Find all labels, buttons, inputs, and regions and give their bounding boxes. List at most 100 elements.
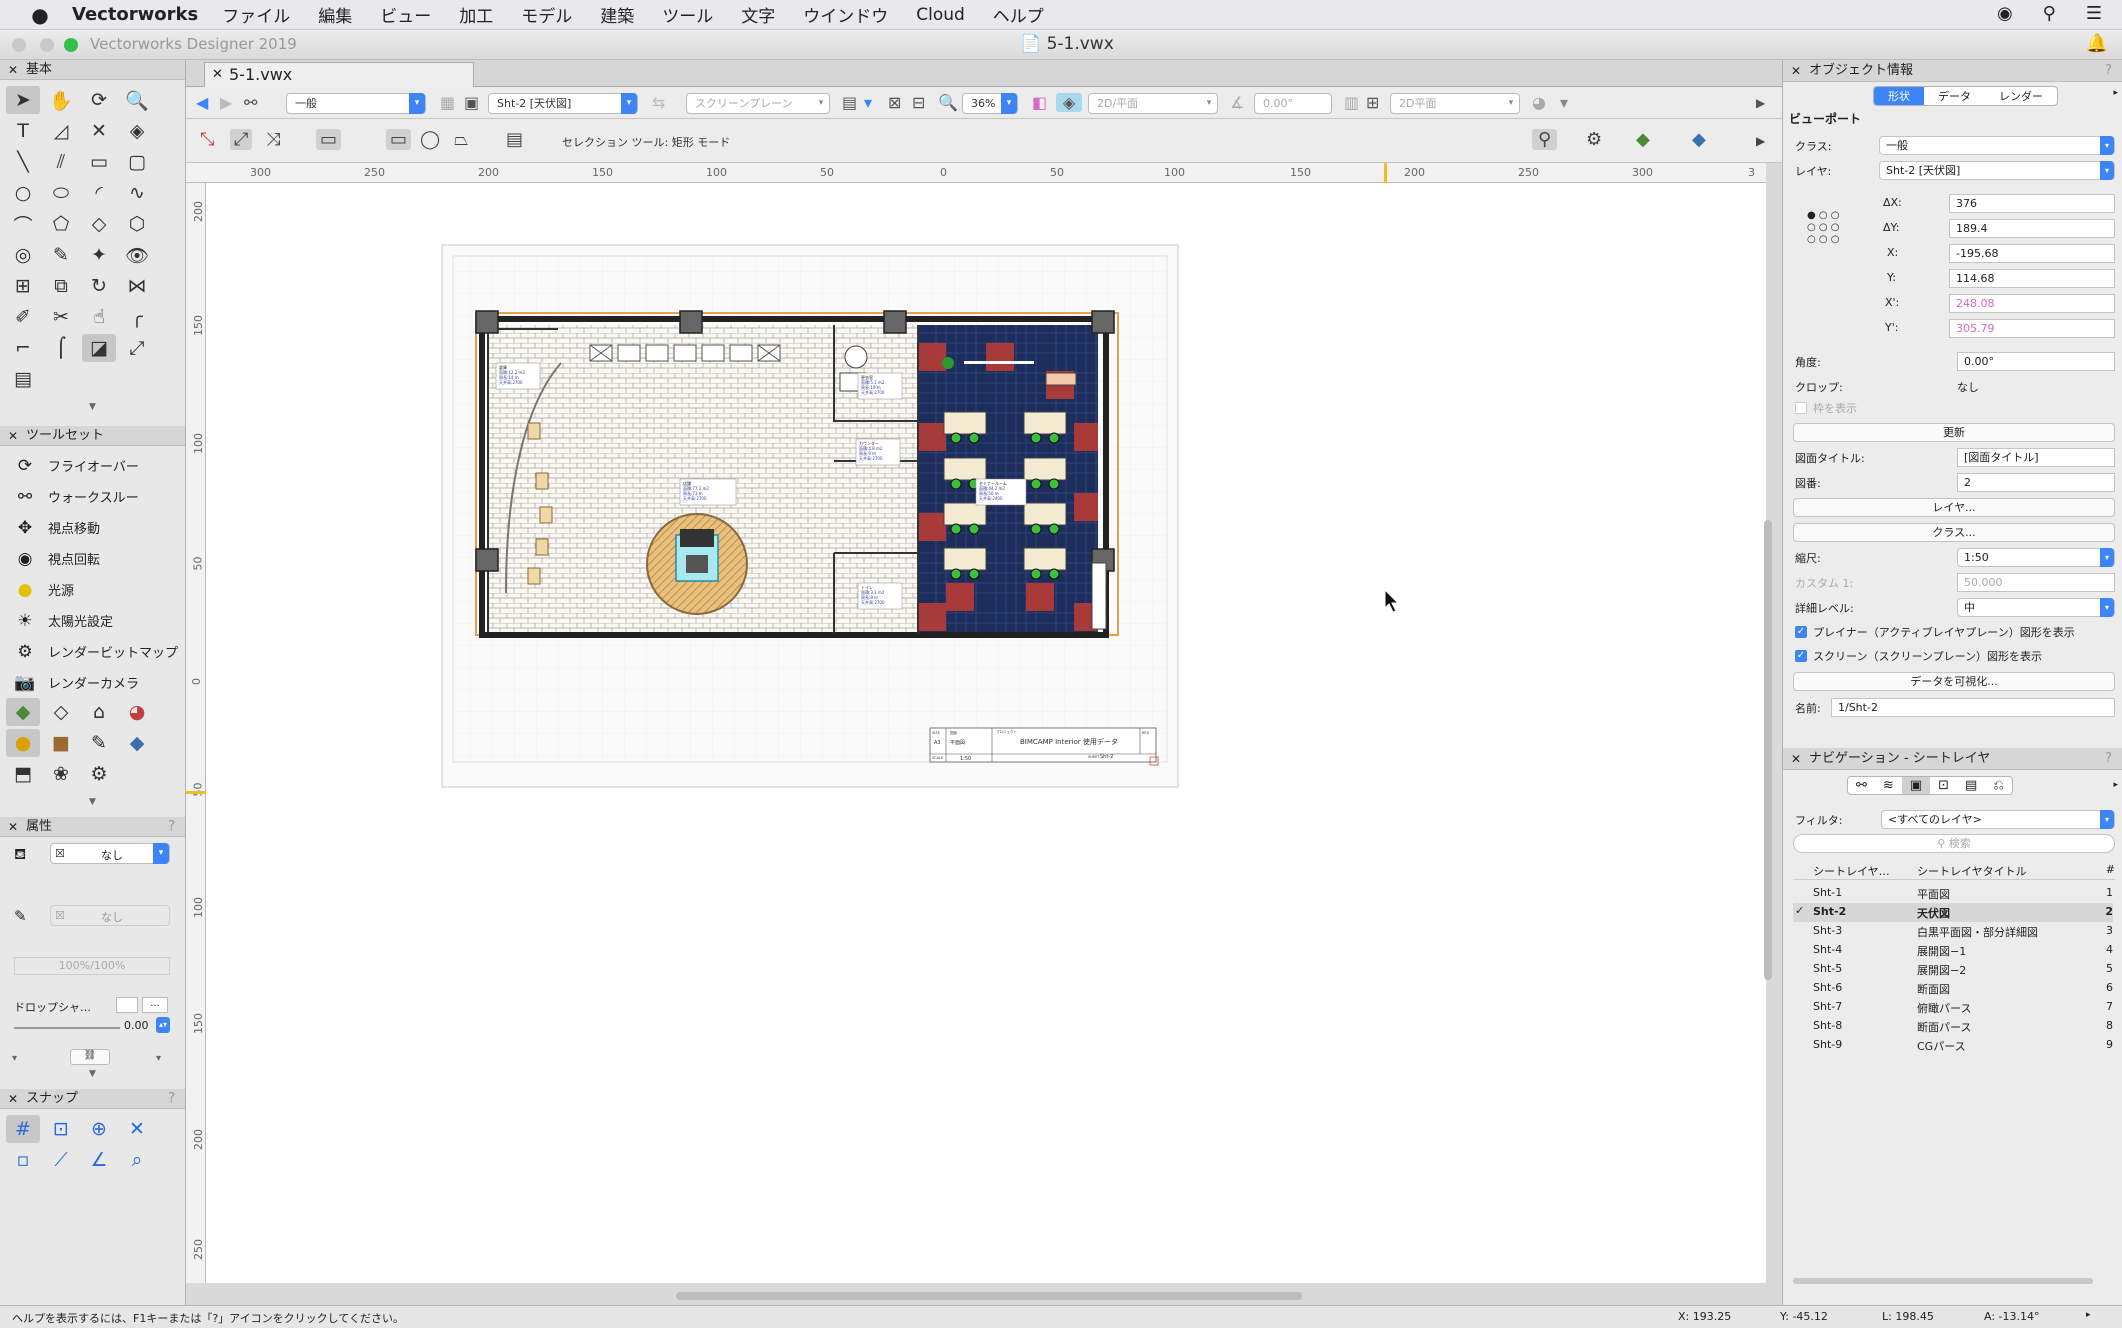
menu-modify[interactable]: 加工 [459, 2, 493, 27]
table-row[interactable]: Sht-3 白黒平面図・部分詳細図 3 [1793, 922, 2113, 941]
help-icon[interactable]: ? [2105, 748, 2112, 770]
chevron-down-icon[interactable]: ▾ [12, 1053, 17, 1064]
menu-help[interactable]: ヘルプ [993, 2, 1044, 27]
menu-architect[interactable]: 建築 [600, 2, 634, 27]
opacity-field[interactable]: 100%/100% [14, 957, 170, 975]
clip-cube-icon[interactable]: ◧ [1032, 93, 1047, 112]
toolset-item-light[interactable]: ● 光源 [0, 574, 185, 605]
detailing-toolset-icon[interactable]: ■ [44, 729, 78, 757]
y-prime-field[interactable]: 305.79 [1949, 319, 2115, 338]
offset-tool-icon[interactable]: ⧉ [44, 272, 78, 300]
scale-dropdown[interactable]: 1:50 ▾ [1957, 548, 2115, 567]
site-planning-toolset-icon[interactable]: ◕ [120, 698, 154, 726]
references-view-icon[interactable]: ⎌ [1985, 777, 2011, 794]
reshape-tool-icon[interactable]: ✐ [6, 303, 40, 331]
snap-to-distance-icon[interactable]: ∠ [82, 1146, 116, 1174]
light-options-icon[interactable]: ◕ [1532, 93, 1546, 112]
notification-list-icon[interactable]: ☰ [2086, 3, 2102, 24]
classes-view-icon[interactable]: ⚯ [1848, 777, 1875, 794]
trim-tool-icon[interactable]: ☝ [82, 303, 116, 331]
clip-tool-icon[interactable]: ◪ [82, 334, 116, 362]
status-menu-icon[interactable]: ▸ [2086, 1310, 2091, 1320]
menu-text[interactable]: 文字 [741, 2, 775, 27]
callout-tool-icon[interactable]: ◿ [44, 117, 78, 145]
landscape-toolset-icon[interactable]: ❀ [44, 760, 78, 788]
toolset-item-render-camera[interactable]: 📷 レンダーカメラ [0, 667, 185, 698]
snap-to-object-icon[interactable]: ⊡ [44, 1115, 78, 1143]
fill-style-dropdown[interactable]: ☒ なし ▾ [50, 843, 170, 864]
freehand-tool-icon[interactable]: ∿ [120, 179, 154, 207]
move-tool-icon[interactable]: ⊞ [6, 272, 40, 300]
column-header-title[interactable]: シートレイヤタイトル [1917, 863, 2027, 879]
chevron-down-icon[interactable]: ▾ [1560, 93, 1568, 112]
toolset-item-sun[interactable]: ☀ 太陽光設定 [0, 605, 185, 636]
table-row[interactable]: Sht-4 展開図−1 4 [1793, 941, 2113, 960]
table-row[interactable]: Sht-1 平面図 1 [1793, 884, 2113, 903]
close-icon[interactable]: ✕ [8, 817, 18, 837]
active-layer-dropdown[interactable]: Sht-2 [天伏図] ▾ [488, 93, 638, 114]
zoom-tool-icon[interactable]: 🔍 [120, 86, 154, 114]
table-row[interactable]: Sht-9 CGパース 9 [1793, 1036, 2113, 1055]
close-icon[interactable]: ✕ [8, 1089, 18, 1109]
standard-view-dropdown[interactable]: 2D/平面 ▾ [1088, 93, 1218, 114]
polygon-tool-icon[interactable]: ⬠ [44, 210, 78, 238]
locus-tool-icon[interactable]: ✕ [82, 117, 116, 145]
screen-record-icon[interactable]: ◉ [1997, 3, 2013, 24]
pan-tool-icon[interactable]: ✋ [44, 86, 78, 114]
oval-tool-icon[interactable]: ⬭ [44, 179, 78, 207]
furniture-toolset-icon[interactable]: ⌂ [82, 698, 116, 726]
detail-level-dropdown[interactable]: 中 ▾ [1957, 598, 2115, 617]
toolset-item-flyover[interactable]: ⟳ フライオーバー [0, 450, 185, 481]
chevron-down-icon[interactable]: ▾ [156, 1053, 161, 1064]
fillet-tool-icon[interactable]: ╭ [120, 303, 154, 331]
menu-app-name[interactable]: Vectorworks [72, 4, 198, 25]
chamfer-tool-icon[interactable]: ⌐ [6, 334, 40, 362]
dimension-tool-icon[interactable]: ⤢ [120, 334, 154, 362]
building-shell-toolset-icon[interactable]: ◇ [44, 698, 78, 726]
fit-to-page-icon[interactable]: ⊟ [912, 93, 925, 112]
active-class-dropdown[interactable]: 一般 ▾ [286, 93, 426, 114]
tape-measure-tool-icon[interactable]: ▤ [6, 365, 40, 393]
settings-gear-icon[interactable]: ⚙ [1586, 129, 1602, 150]
toolset-item-walkthrough[interactable]: ⚯ ウォークスルー [0, 481, 185, 512]
plane-icon[interactable]: ⇆ [652, 93, 665, 112]
split-tool-icon[interactable]: ✂ [44, 303, 78, 331]
snap-to-grid-icon[interactable]: # [6, 1115, 40, 1143]
x-field[interactable]: -195.68 [1949, 244, 2115, 263]
document-tab[interactable]: ✕ 5-1.vwx [204, 62, 474, 87]
visibility-tool-icon[interactable]: 👁 [120, 241, 154, 269]
lighting-toolset-icon[interactable]: ● [6, 729, 40, 757]
close-icon[interactable]: ✕ [212, 63, 223, 87]
menu-window[interactable]: ウインドウ [803, 2, 888, 27]
forward-arrow-icon[interactable]: ▶ [220, 93, 232, 112]
snap-loupe-icon[interactable]: ⚲ [1532, 129, 1558, 150]
fit-to-objects-icon[interactable]: ⊠ [888, 93, 901, 112]
layers-button[interactable]: レイヤ... [1793, 498, 2115, 517]
table-row[interactable]: Sht-8 断面パース 8 [1793, 1017, 2113, 1036]
visualization-options-icon[interactable]: ◆ [1636, 129, 1650, 150]
column-header-sheet-layer[interactable]: シートレイヤ… [1813, 863, 1890, 879]
update-button[interactable]: 更新 [1793, 423, 2115, 442]
tab-data[interactable]: データ [1924, 87, 1985, 105]
connect-combine-tool-icon[interactable]: ⌠ [44, 334, 78, 362]
delta-y-field[interactable]: 189.4 [1949, 219, 2115, 238]
extrude-toolset-icon[interactable]: ⬒ [6, 760, 40, 788]
circle-tool-icon[interactable]: ○ [6, 179, 40, 207]
3d-modeling-toolset-icon[interactable]: ◆ [120, 729, 154, 757]
arc-tool-icon[interactable]: ◜ [82, 179, 116, 207]
help-icon[interactable]: ? [168, 1089, 175, 1109]
spiral-tool-icon[interactable]: ◎ [6, 241, 40, 269]
menu-cloud[interactable]: Cloud [916, 5, 965, 25]
zoom-icon[interactable]: 🔍 [938, 93, 958, 112]
polyline-tool-icon[interactable]: ⌒ [6, 210, 40, 238]
screen-objects-checkbox[interactable]: ✓ スクリーン（スクリーンプレーン）図形を表示 [1795, 648, 2042, 664]
vertical-scrollbar[interactable] [1764, 520, 1772, 980]
tab-shape[interactable]: 形状 [1874, 87, 1924, 105]
sheet-layers-view-icon[interactable]: ▣ [1901, 777, 1931, 794]
machine-toolset-icon[interactable]: ⚙ [82, 760, 116, 788]
table-row[interactable]: Sht-6 断面図 6 [1793, 979, 2113, 998]
rounded-rect-tool-icon[interactable]: ▢ [120, 148, 154, 176]
design-layers-view-icon[interactable]: ≋ [1875, 777, 1902, 794]
bell-icon[interactable]: 🔔 [2086, 33, 2108, 54]
menu-model[interactable]: モデル [521, 2, 572, 27]
